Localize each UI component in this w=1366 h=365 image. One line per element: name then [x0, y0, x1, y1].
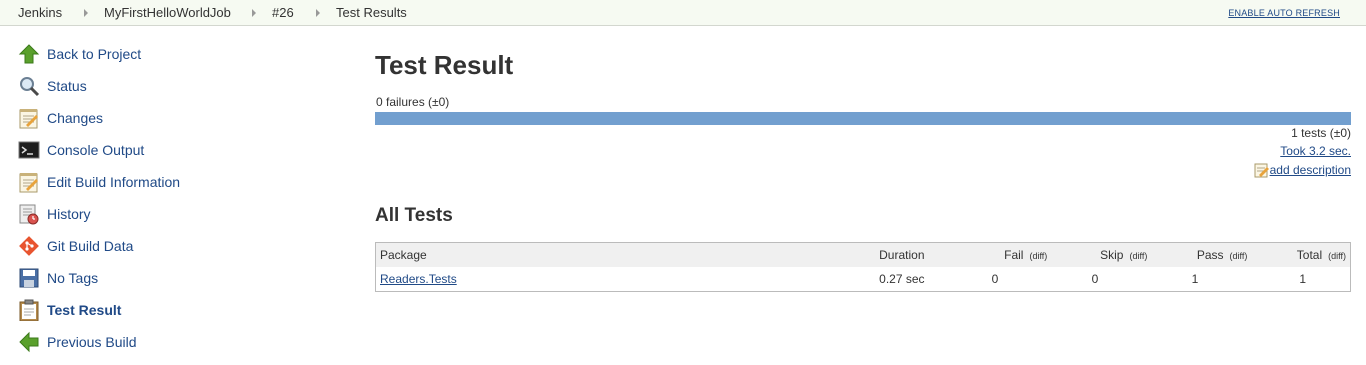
column-header-duration[interactable]: Duration	[875, 243, 956, 267]
sidebar-item-label: History	[47, 206, 91, 222]
add-description-label: add description	[1269, 163, 1351, 177]
diff-label: (diff)	[1328, 251, 1346, 261]
add-description-link[interactable]: add description	[1254, 162, 1351, 178]
fail-cell: 0	[991, 272, 999, 286]
terminal-icon	[18, 139, 40, 161]
column-header-label: Fail	[1004, 248, 1024, 262]
sidebar-item-status[interactable]: Status	[18, 74, 318, 98]
package-cell: Readers.Tests	[376, 267, 875, 291]
sidebar-item-edit-build-information[interactable]: Edit Build Information	[18, 170, 318, 194]
page-title: Test Result	[375, 50, 514, 80]
magnifier-icon	[18, 75, 40, 97]
took-duration-link[interactable]: Took 3.2 sec.	[1280, 144, 1351, 158]
left-arrow-icon	[18, 331, 40, 353]
column-header-skip[interactable]: Skip (diff)	[1051, 243, 1152, 267]
package-link[interactable]: Readers.Tests	[380, 272, 457, 286]
sidebar-item-label: Changes	[47, 110, 104, 126]
sidebar-item-label: Test Result	[47, 302, 122, 318]
sidebar-item-label: Back to Project	[47, 46, 142, 62]
table-header-row: Package Duration Fail (diff) Skip (diff) P…	[376, 243, 1350, 267]
column-header-fail[interactable]: Fail (diff)	[955, 243, 1052, 267]
total-cell: 1	[1299, 272, 1306, 286]
sidebar-item-history[interactable]: History	[18, 202, 318, 226]
breadcrumb-separator-icon[interactable]	[84, 9, 88, 17]
breadcrumb-jenkins[interactable]: Jenkins	[18, 5, 62, 20]
column-header-total[interactable]: Total (diff)	[1251, 243, 1350, 267]
column-header-label: Skip	[1100, 248, 1124, 262]
table-row: Readers.Tests 0.27 sec 0 0 1 1	[376, 267, 1350, 291]
breadcrumb-build[interactable]: #26	[272, 5, 294, 20]
up-arrow-icon	[18, 43, 40, 65]
column-header-pass[interactable]: Pass (diff)	[1151, 243, 1252, 267]
sidebar-item-console-output[interactable]: Console Output	[18, 138, 318, 162]
sidebar-item-label: Previous Build	[47, 334, 137, 350]
notepad-edit-icon	[1254, 162, 1270, 178]
pass-cell: 1	[1191, 272, 1199, 286]
sidebar-item-label: Status	[47, 78, 87, 94]
test-progress-fill	[375, 112, 1351, 125]
sidebar-item-label: Edit Build Information	[47, 174, 181, 190]
test-results-table: Package Duration Fail (diff) Skip (diff) P…	[375, 242, 1351, 292]
history-icon	[18, 203, 40, 225]
notepad-edit-icon	[18, 171, 40, 193]
sidebar-item-label: Git Build Data	[47, 238, 134, 254]
save-icon	[18, 267, 40, 289]
notepad-icon	[18, 107, 40, 129]
sidebar-item-previous-build[interactable]: Previous Build	[18, 330, 318, 354]
git-icon	[18, 235, 40, 257]
clipboard-icon	[18, 299, 40, 322]
sidebar-item-back-to-project[interactable]: Back to Project	[18, 42, 318, 66]
column-header-package[interactable]: Package	[376, 243, 876, 267]
breadcrumb-job[interactable]: MyFirstHelloWorldJob	[104, 5, 231, 20]
duration-cell: 0.27 sec	[879, 272, 925, 286]
tests-count: 1 tests (±0)	[1291, 126, 1351, 140]
diff-label: (diff)	[1229, 251, 1248, 261]
skip-cell: 0	[1091, 272, 1099, 286]
diff-label: (diff)	[1129, 251, 1148, 261]
breadcrumb-separator-icon[interactable]	[316, 9, 320, 17]
enable-auto-refresh-link[interactable]: ENABLE AUTO REFRESH	[1228, 8, 1340, 18]
sidebar-item-test-result[interactable]: Test Result	[18, 298, 318, 322]
column-header-label: Total	[1296, 248, 1323, 262]
breadcrumb: Jenkins MyFirstHelloWorldJob #26 Test Re…	[0, 0, 1366, 26]
column-header-label: Pass	[1196, 248, 1224, 262]
sidebar-item-git-build-data[interactable]: Git Build Data	[18, 234, 318, 258]
diff-label: (diff)	[1029, 251, 1048, 261]
all-tests-heading: All Tests	[375, 205, 453, 226]
sidebar-item-label: No Tags	[47, 270, 99, 286]
sidebar-item-label: Console Output	[47, 142, 145, 158]
breadcrumb-test-results[interactable]: Test Results	[336, 5, 407, 20]
test-progress-bar	[375, 112, 1351, 125]
breadcrumb-separator-icon[interactable]	[252, 9, 256, 17]
sidebar-item-changes[interactable]: Changes	[18, 106, 318, 130]
failures-summary: 0 failures (±0)	[376, 95, 450, 109]
sidebar-item-no-tags[interactable]: No Tags	[18, 266, 318, 290]
